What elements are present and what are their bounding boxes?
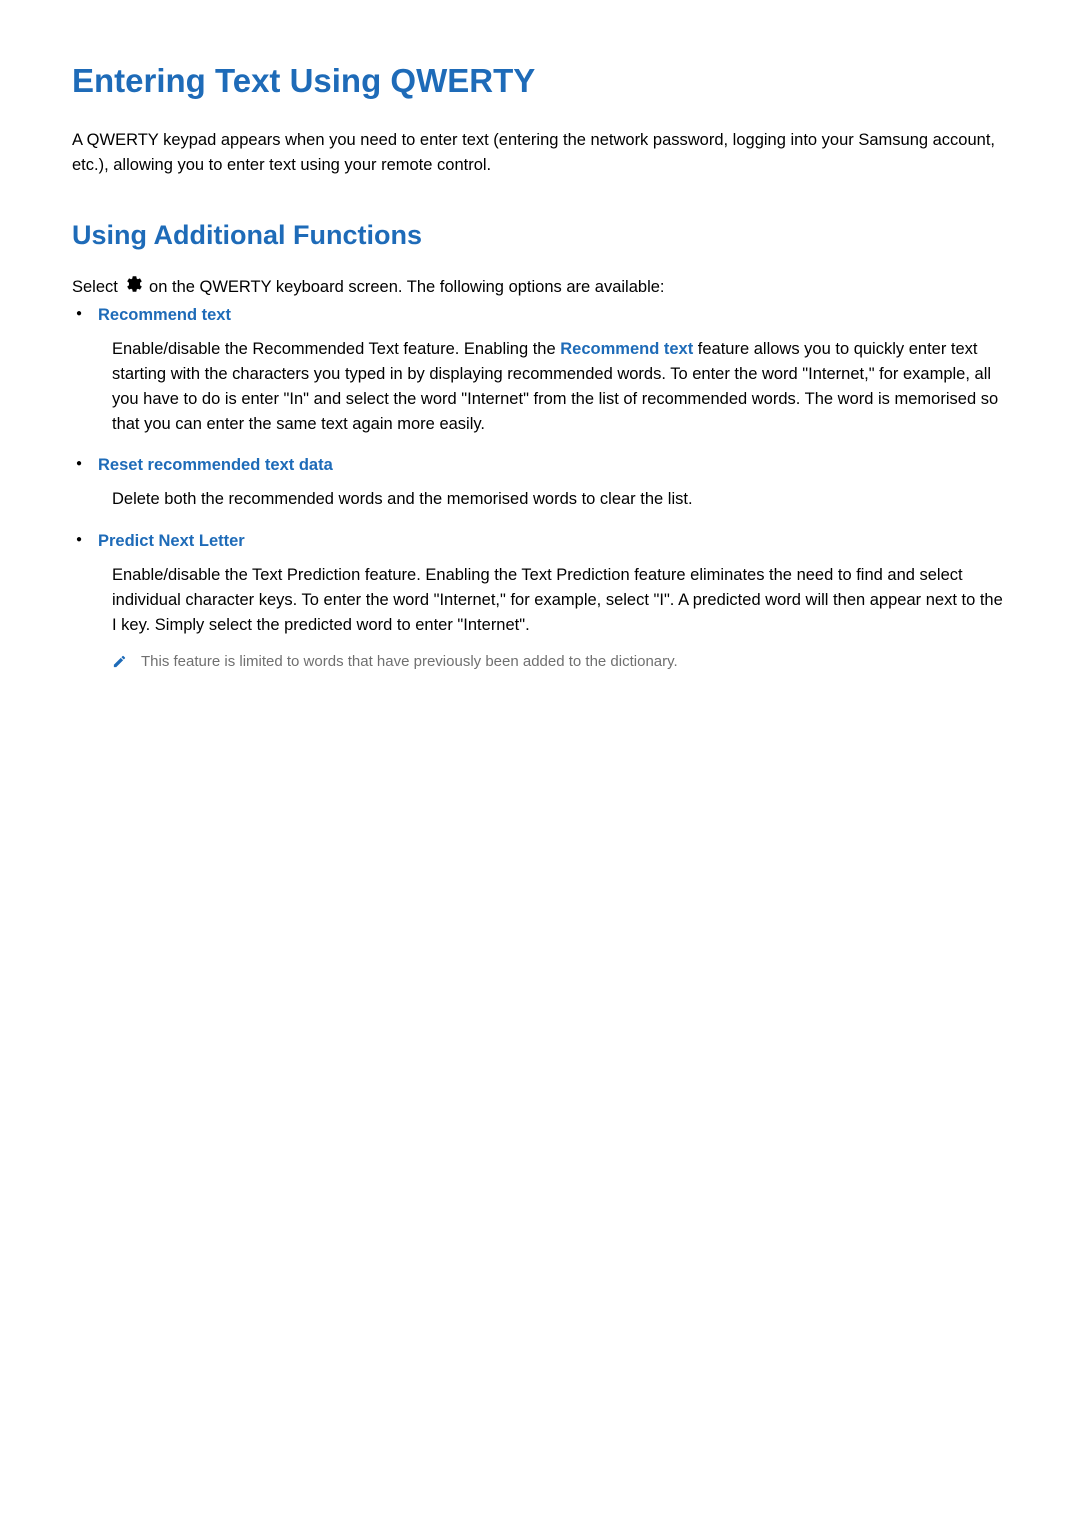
item-body: Enable/disable the Text Prediction featu…	[98, 563, 1008, 637]
note-row: This feature is limited to words that ha…	[98, 651, 1008, 674]
item-title-recommend-text: Recommend text	[98, 306, 1008, 325]
item-body: Enable/disable the Recommended Text feat…	[98, 337, 1008, 436]
item-body: Delete both the recommended words and th…	[98, 487, 1008, 512]
list-item: Reset recommended text data Delete both …	[98, 456, 1008, 512]
gear-icon	[124, 275, 142, 301]
options-list: Recommend text Enable/disable the Recomm…	[72, 306, 1008, 674]
select-text-after: on the QWERTY keyboard screen. The follo…	[149, 278, 664, 296]
page-title: Entering Text Using QWERTY	[72, 62, 1008, 100]
body-text: Enable/disable the Recommended Text feat…	[112, 340, 560, 358]
select-instruction: Select on the QWERTY keyboard screen. Th…	[72, 275, 1008, 301]
section-title: Using Additional Functions	[72, 220, 1008, 251]
item-title-predict-next-letter: Predict Next Letter	[98, 532, 1008, 551]
note-text: This feature is limited to words that ha…	[141, 651, 678, 674]
document-page: Entering Text Using QWERTY A QWERTY keyp…	[0, 0, 1080, 674]
list-item: Recommend text Enable/disable the Recomm…	[98, 306, 1008, 436]
highlight-text: Recommend text	[560, 340, 693, 358]
select-text-before: Select	[72, 278, 122, 296]
intro-paragraph: A QWERTY keypad appears when you need to…	[72, 128, 1008, 178]
list-item: Predict Next Letter Enable/disable the T…	[98, 532, 1008, 674]
item-title-reset-recommended: Reset recommended text data	[98, 456, 1008, 475]
pencil-icon	[112, 654, 127, 674]
